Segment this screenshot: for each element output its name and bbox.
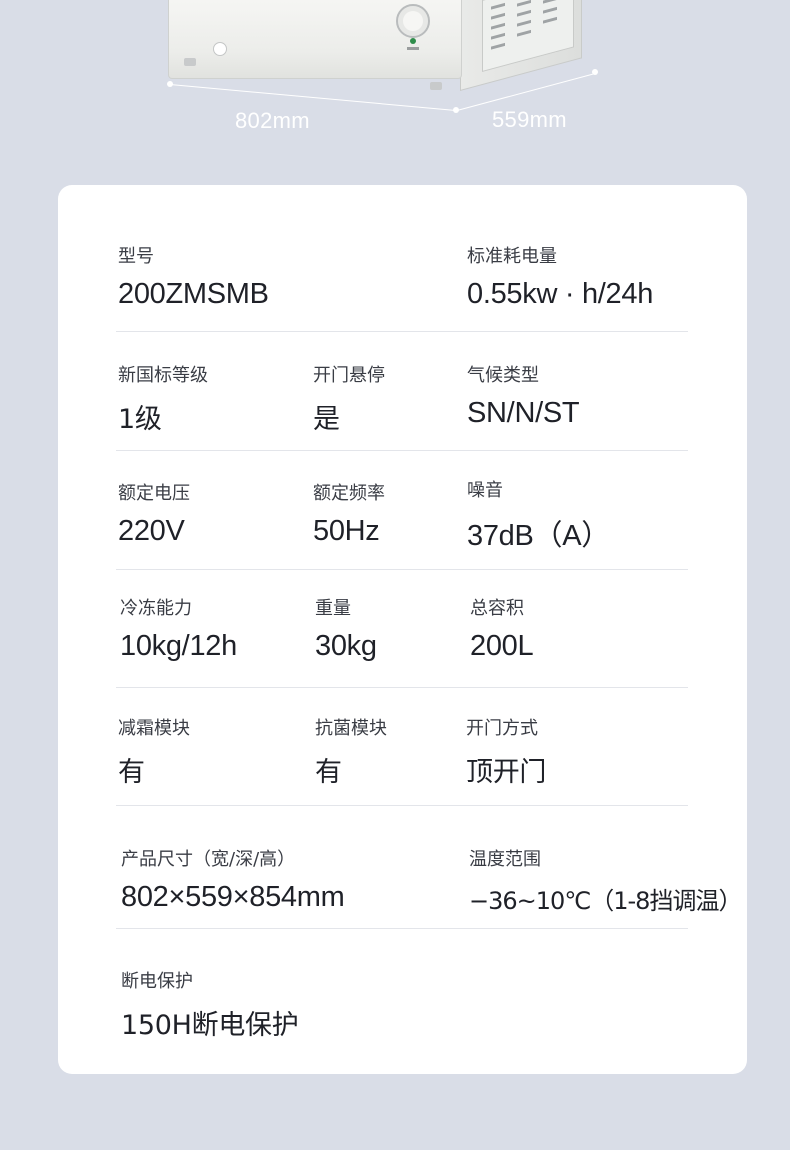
- spec-value: 50Hz: [313, 515, 380, 547]
- spec-value: 10kg/12h: [120, 630, 237, 662]
- spec-label: 开门方式: [466, 718, 538, 739]
- spec-value: 802×559×854mm: [121, 881, 345, 913]
- indicator-label-mark: [407, 47, 419, 50]
- spec-label: 噪音: [467, 480, 503, 501]
- spec-label: 减霜模块: [118, 718, 190, 739]
- spec-value: 30kg: [315, 630, 377, 662]
- spec-power-off: 断电保护 150H断电保护: [121, 967, 299, 1042]
- spec-value: 0.55kw · h/24h: [467, 278, 654, 310]
- spec-frequency: 额定频率 50Hz: [313, 479, 385, 548]
- spec-label: 抗菌模块: [315, 718, 387, 739]
- spec-value: 220V: [118, 515, 185, 547]
- width-dimension-label: 802mm: [235, 108, 310, 133]
- spec-value: 是: [313, 404, 340, 435]
- spec-defrost: 减霜模块 有: [118, 714, 190, 789]
- spec-value: SN/N/ST: [467, 397, 580, 429]
- freezer-foot: [184, 58, 196, 66]
- spec-label: 标准耗电量: [467, 246, 557, 267]
- spec-label: 型号: [118, 246, 154, 267]
- spec-model: 型号 200ZMSMB: [118, 242, 269, 311]
- row-divider: [116, 928, 688, 929]
- spec-noise: 噪音 37dB（A）: [467, 476, 610, 554]
- spec-label: 冷冻能力: [120, 598, 192, 619]
- spec-label: 气候类型: [467, 365, 539, 386]
- spec-climate: 气候类型 SN/N/ST: [467, 361, 580, 430]
- spec-door-hover: 开门悬停 是: [313, 361, 385, 436]
- row-divider: [116, 331, 688, 332]
- spec-label: 产品尺寸（宽/深/高）: [121, 849, 296, 870]
- spec-value: 150H断电保护: [121, 1010, 299, 1041]
- spec-voltage: 额定电压 220V: [118, 479, 190, 548]
- spec-temperature: 温度范围 −36~10℃（1-8挡调温）: [469, 845, 742, 916]
- spec-label: 新国标等级: [118, 365, 208, 386]
- spec-value: −36~10℃（1-8挡调温）: [469, 887, 742, 915]
- spec-label: 温度范围: [469, 849, 541, 870]
- spec-antibacterial: 抗菌模块 有: [315, 714, 387, 789]
- spec-value: 37dB（A）: [467, 520, 610, 552]
- spec-value: 1级: [118, 404, 162, 435]
- row-divider: [116, 805, 688, 806]
- spec-weight: 重量 30kg: [315, 594, 377, 663]
- spec-value: 顶开门: [466, 757, 547, 788]
- spec-label: 额定电压: [118, 483, 190, 504]
- door-lock-icon: [213, 42, 227, 56]
- spec-capacity: 总容积 200L: [470, 594, 534, 663]
- spec-label: 重量: [315, 598, 351, 619]
- depth-dimension-label: 559mm: [492, 107, 567, 132]
- spec-size: 产品尺寸（宽/深/高） 802×559×854mm: [121, 845, 345, 914]
- product-illustration: 802mm 559mm: [0, 0, 790, 185]
- spec-value: 200ZMSMB: [118, 278, 269, 310]
- spec-label: 开门悬停: [313, 365, 385, 386]
- power-indicator-light: [410, 38, 416, 44]
- spec-label: 断电保护: [121, 971, 193, 992]
- spec-value: 有: [118, 757, 145, 788]
- spec-label: 总容积: [470, 598, 524, 619]
- spec-value: 200L: [470, 630, 534, 662]
- spec-label: 额定频率: [313, 483, 385, 504]
- dimension-marker: [592, 69, 598, 75]
- row-divider: [116, 687, 688, 688]
- row-divider: [116, 450, 688, 451]
- row-divider: [116, 569, 688, 570]
- spec-grade: 新国标等级 1级: [118, 361, 208, 436]
- freezer-foot: [430, 82, 442, 90]
- spec-energy: 标准耗电量 0.55kw · h/24h: [467, 242, 653, 311]
- spec-freezing: 冷冻能力 10kg/12h: [120, 594, 237, 663]
- thermostat-knob-icon: [396, 4, 430, 38]
- width-dimension-line: [169, 84, 456, 112]
- spec-value: 有: [315, 757, 342, 788]
- spec-door-type: 开门方式 顶开门: [466, 714, 546, 789]
